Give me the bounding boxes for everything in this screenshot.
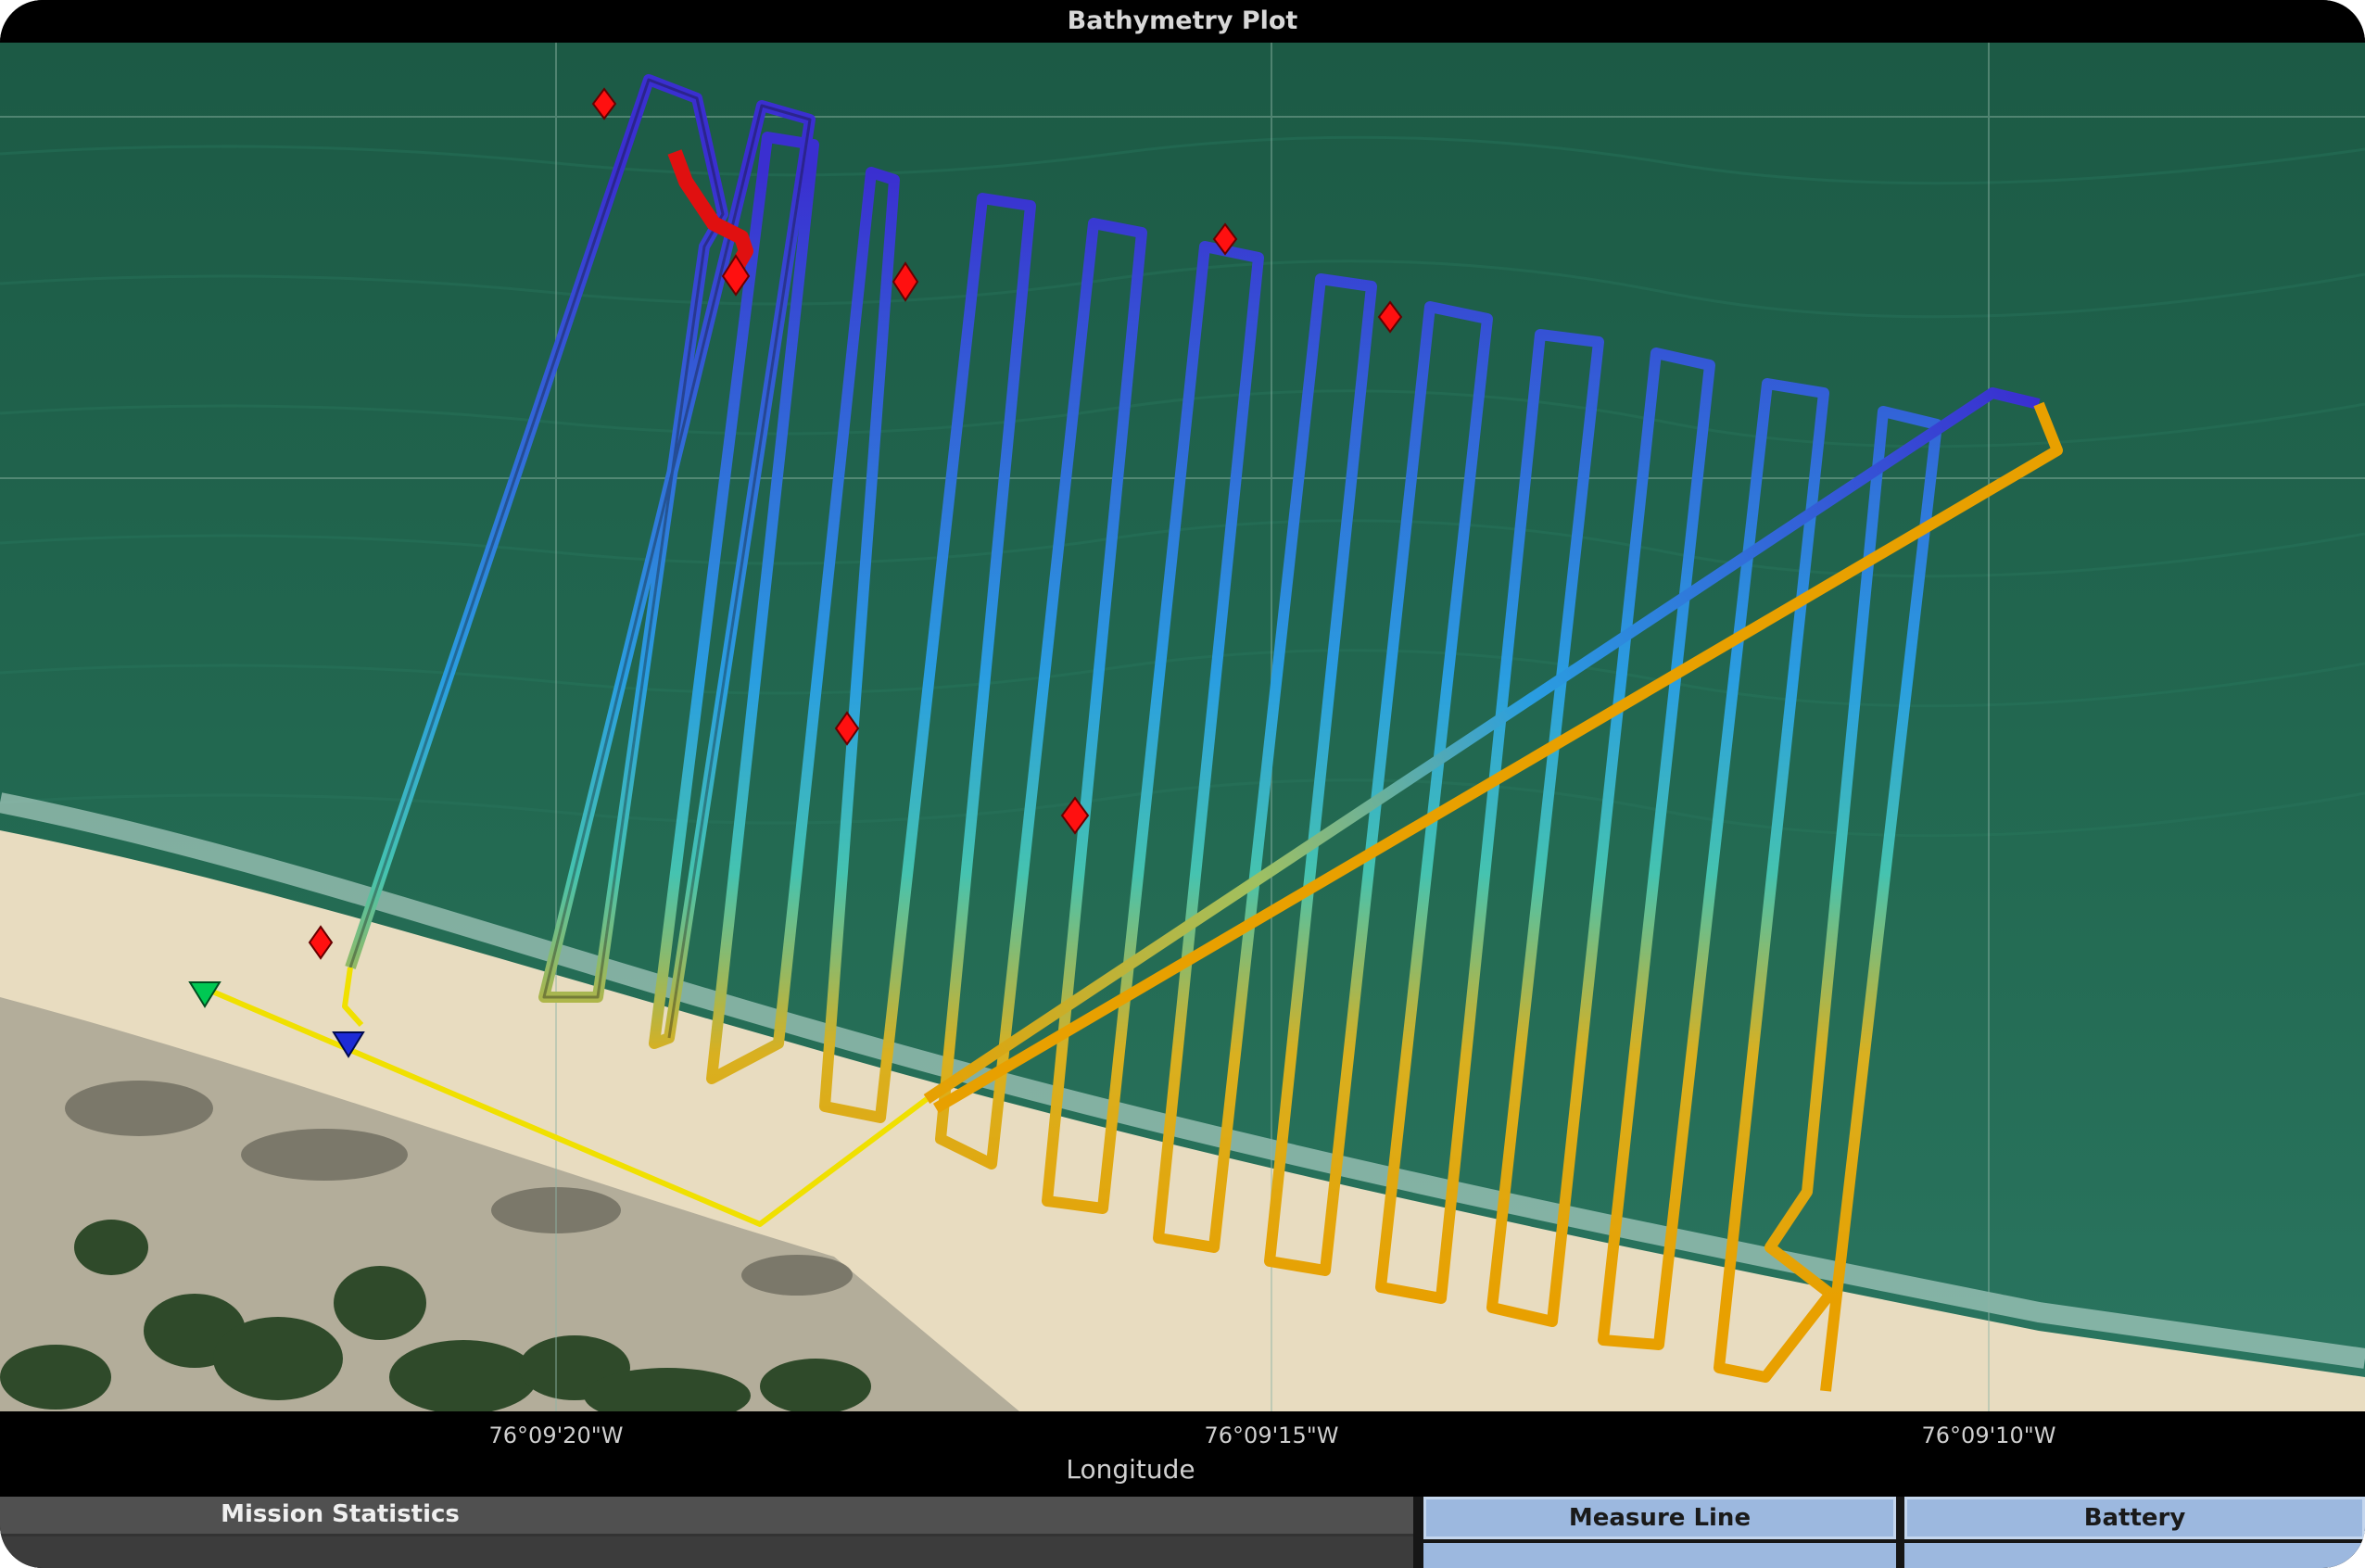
x-tick-label: 76°09'10"W bbox=[1921, 1423, 2056, 1448]
battery-button[interactable]: Battery bbox=[1904, 1497, 2365, 1539]
bathymetry-window: Bathymetry Plot 76°09'20"W 76°09'15"W 76… bbox=[0, 0, 2365, 1568]
x-axis-title: Longitude bbox=[1066, 1454, 1195, 1485]
x-axis: 76°09'20"W 76°09'15"W 76°09'10"W Longitu… bbox=[0, 1411, 2365, 1497]
bottom-panel: Mission Statistics Measure Line Battery bbox=[0, 1497, 2365, 1568]
bathymetry-map-plot[interactable] bbox=[0, 43, 2365, 1411]
map-canvas bbox=[0, 43, 2365, 1411]
x-tick-label: 76°09'20"W bbox=[488, 1423, 624, 1448]
measure-line-button[interactable]: Measure Line bbox=[1423, 1497, 1896, 1539]
measure-line-subpanel bbox=[1423, 1543, 1896, 1568]
window-title: Bathymetry Plot bbox=[0, 0, 2365, 43]
mission-statistics-row bbox=[0, 1536, 1413, 1568]
x-tick-label: 76°09'15"W bbox=[1204, 1423, 1339, 1448]
mission-statistics-label: Mission Statistics bbox=[221, 1500, 460, 1528]
battery-subpanel bbox=[1904, 1543, 2365, 1568]
mission-statistics-header[interactable]: Mission Statistics bbox=[0, 1497, 1413, 1536]
